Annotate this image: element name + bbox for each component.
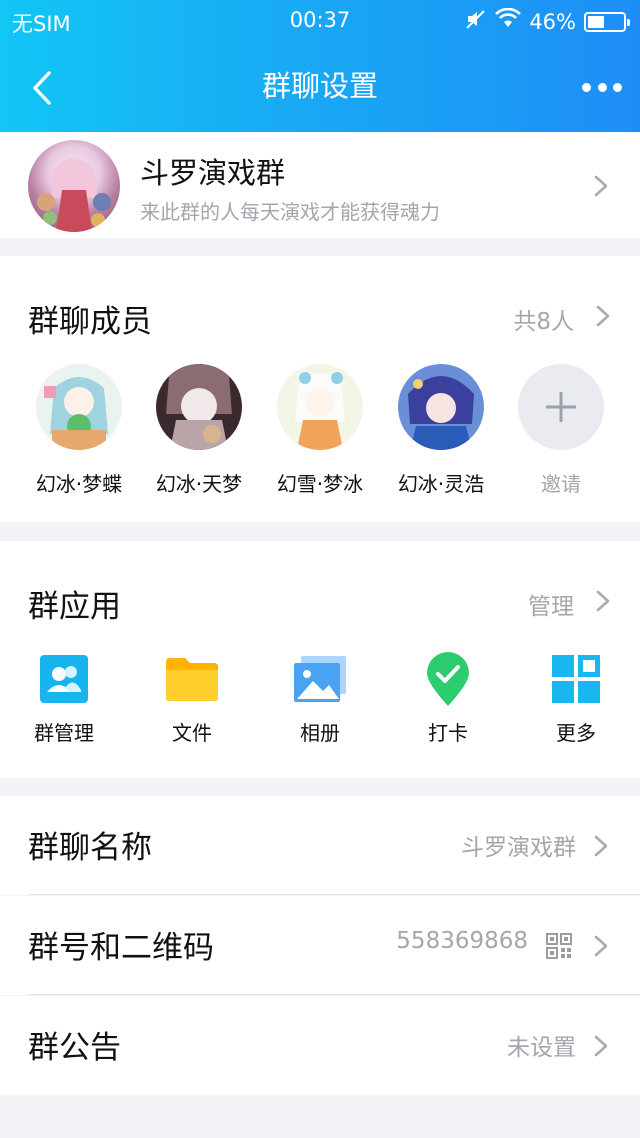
member-item[interactable]: 幻冰·灵浩 [391,364,491,497]
photo-album-icon [292,651,348,707]
members-count[interactable]: 共8人 [513,302,574,336]
invite-button[interactable]: 邀请 [511,364,611,497]
app-label: 打卡 [428,721,468,745]
group-name: 斗罗演戏群 [140,156,286,190]
notice-value: 未设置 [507,1035,576,1061]
group-apps-section: 群应用 管理 群管理 文件 相册 打卡 更多 [0,541,640,778]
group-id-value: 558369868 [396,928,528,954]
status-bar: 无SIM 00:37 46% [0,0,640,42]
wifi-icon [495,7,522,35]
group-avatar [28,140,120,232]
group-manage-icon [36,651,92,707]
check-in-icon [420,651,476,707]
folder-icon [164,651,220,707]
group-description: 来此群的人每天演戏才能获得魂力 [140,200,440,224]
plus-icon [546,392,576,422]
member-item[interactable]: 幻雪·梦冰 [270,364,370,497]
group-profile-card[interactable]: 斗罗演戏群 来此群的人每天演戏才能获得魂力 [0,132,640,238]
member-avatar [398,364,484,450]
chevron-right-icon [594,835,608,857]
chevron-right-icon[interactable] [594,589,612,613]
chevron-right-icon [594,1035,608,1057]
apps-title: 群应用 [28,589,121,625]
more-dot [597,82,607,92]
page-title: 群聊设置 [261,69,378,103]
member-name: 幻冰·梦蝶 [35,472,123,496]
member-avatar [156,364,242,450]
app-files[interactable]: 文件 [137,651,247,746]
app-more[interactable]: 更多 [521,651,631,746]
more-dot [582,82,591,92]
members-section: 群聊成员 共8人 幻冰·梦蝶 幻冰·天梦 幻雪·梦冰 幻冰·灵浩 邀请 [0,256,640,522]
status-indicators: 46% [465,7,630,35]
battery-icon [584,11,630,32]
app-check-in[interactable]: 打卡 [393,651,503,746]
chevron-right-icon[interactable] [594,304,612,328]
divider [28,994,640,995]
app-album[interactable]: 相册 [265,651,375,746]
group-notice-row[interactable]: 群公告 未设置 [0,996,640,1095]
more-dot [613,82,622,92]
app-label: 相册 [300,721,340,745]
group-name-row[interactable]: 群聊名称 斗罗演戏群 [0,796,640,895]
notice-label: 群公告 [28,1030,121,1066]
app-label: 文件 [172,721,212,745]
mute-icon [465,8,487,35]
invite-label: 邀请 [541,472,581,496]
member-name: 幻雪·梦冰 [276,472,364,496]
more-grid-icon [548,651,604,707]
app-label: 更多 [556,721,596,745]
more-button[interactable] [582,74,622,100]
member-avatar [36,364,122,450]
member-name: 幻冰·天梦 [155,472,243,496]
member-item[interactable]: 幻冰·梦蝶 [29,364,129,497]
top-header: 无SIM 00:37 46% 群聊设置 [0,0,640,132]
member-name: 幻冰·灵浩 [397,472,485,496]
group-id-label: 群号和二维码 [28,930,214,966]
chevron-right-icon [594,935,608,957]
app-group-manage[interactable]: 群管理 [9,651,119,746]
chevron-right-icon [594,175,608,197]
group-name-label: 群聊名称 [28,830,152,866]
member-item[interactable]: 幻冰·天梦 [149,364,249,497]
divider [28,894,640,895]
group-id-row[interactable]: 群号和二维码 558369868 [0,896,640,995]
app-label: 群管理 [34,721,94,745]
apps-manage[interactable]: 管理 [528,587,574,621]
qr-code-icon [546,933,572,959]
group-name-value: 斗罗演戏群 [461,835,576,861]
add-member-avatar [518,364,604,450]
battery-percent: 46% [529,9,576,34]
members-title: 群聊成员 [28,304,152,340]
member-avatar [277,364,363,450]
